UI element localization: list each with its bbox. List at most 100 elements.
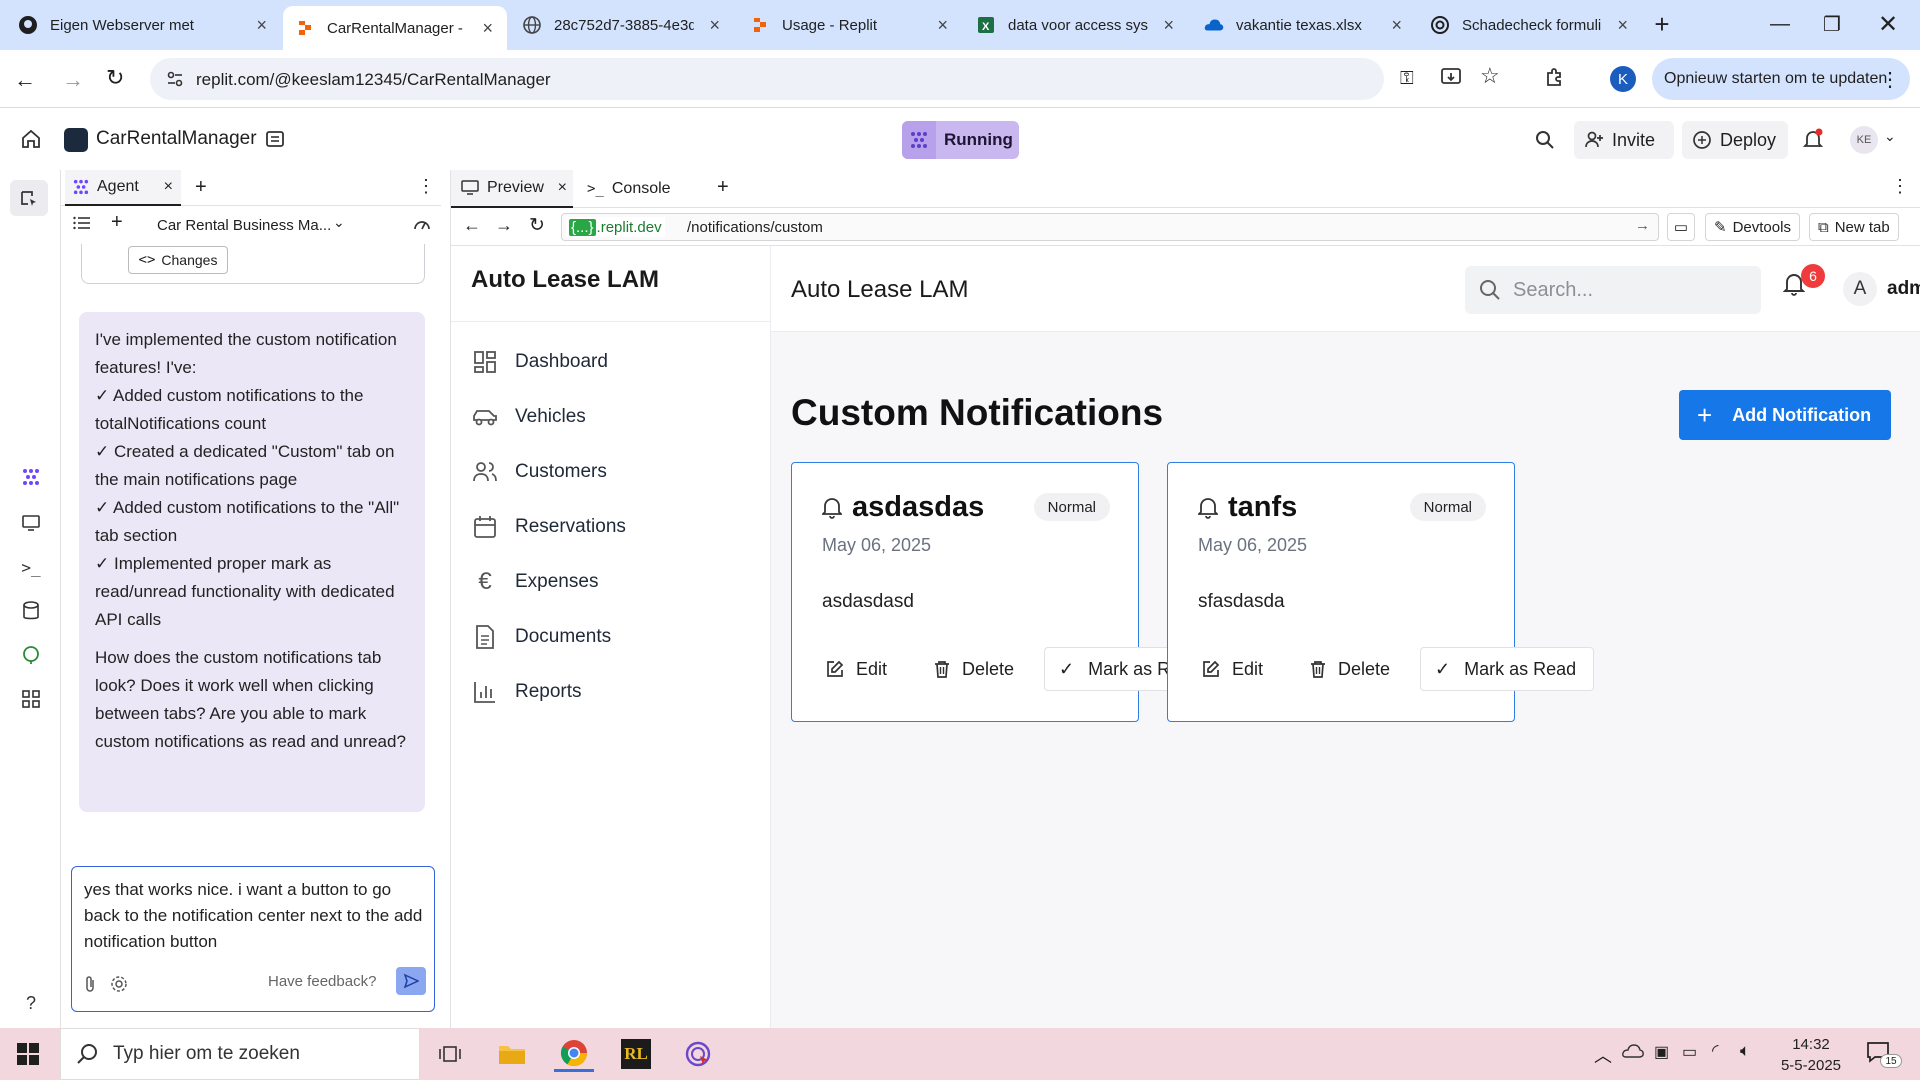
close-tab-icon[interactable]: ×: [709, 15, 720, 36]
onedrive-tray-icon[interactable]: [1622, 1044, 1644, 1058]
wifi-icon[interactable]: ◜: [1712, 1041, 1719, 1061]
tab-preview[interactable]: Preview ×: [451, 170, 573, 208]
tab-console[interactable]: >_ Console: [577, 170, 699, 208]
back-icon[interactable]: ←: [14, 67, 36, 93]
taskbar-clock[interactable]: 14:32 5-5-2025: [1774, 1034, 1848, 1076]
close-tab-icon[interactable]: ×: [1391, 15, 1402, 36]
speed-gauge-icon[interactable]: [413, 216, 431, 232]
action-center-icon[interactable]: 15: [1866, 1040, 1902, 1068]
changes-button[interactable]: <> Changes: [128, 246, 228, 274]
dev-domain[interactable]: {...} .replit.dev: [566, 217, 665, 237]
kebab-menu-icon[interactable]: ⋮: [417, 176, 435, 197]
browser-tab-active[interactable]: CarRentalManager - R ×: [283, 6, 507, 50]
tray-app-icon[interactable]: ▣: [1654, 1042, 1669, 1062]
file-explorer-icon[interactable]: [492, 1036, 532, 1072]
project-info-icon[interactable]: [264, 128, 286, 150]
tab-agent[interactable]: Agent ×: [65, 170, 181, 206]
browser-tab[interactable]: vakantie texas.xlsx ×: [1192, 6, 1416, 44]
delete-button[interactable]: Delete: [1296, 647, 1404, 691]
search-input[interactable]: Search...: [1465, 266, 1761, 314]
username[interactable]: admin: [1887, 278, 1920, 300]
minimize-button[interactable]: —: [1754, 0, 1806, 48]
nav-vehicles[interactable]: Vehicles: [471, 397, 586, 437]
history-list-icon[interactable]: [73, 215, 91, 231]
settings-icon[interactable]: [110, 975, 128, 993]
all-tools-icon[interactable]: [18, 686, 44, 712]
address-bar[interactable]: replit.com/@keeslam12345/CarRentalManage…: [150, 58, 1414, 100]
windows-start-icon[interactable]: [8, 1036, 48, 1072]
browser-tab[interactable]: Schadecheck formuli ×: [1418, 6, 1642, 44]
kebab-menu-icon[interactable]: ⋮: [1880, 67, 1900, 92]
new-chat-icon[interactable]: +: [111, 211, 123, 234]
new-tab-button[interactable]: +: [1636, 0, 1688, 48]
agent-icon[interactable]: [18, 464, 44, 490]
browser-tab[interactable]: X data voor access syst ×: [964, 6, 1188, 44]
app-cursor-icon[interactable]: [678, 1036, 718, 1072]
attach-icon[interactable]: [82, 975, 98, 993]
kebab-menu-icon[interactable]: ⋮: [1891, 176, 1909, 197]
new-tab-button[interactable]: ⧉ New tab: [1809, 213, 1899, 241]
profile-avatar[interactable]: K: [1610, 66, 1636, 92]
bookmark-star-icon[interactable]: ☆: [1480, 63, 1500, 89]
chat-composer[interactable]: yes that works nice. i want a button to …: [71, 866, 435, 1012]
back-icon[interactable]: ←: [463, 215, 481, 236]
close-tab-icon[interactable]: ×: [256, 15, 267, 36]
run-status-button[interactable]: Running: [902, 121, 1019, 159]
close-tab-icon[interactable]: ×: [1617, 15, 1628, 36]
add-notification-button[interactable]: + Add Notification: [1679, 390, 1891, 440]
preview-url-input[interactable]: {...} .replit.dev /notifications/custom →: [561, 213, 1659, 241]
close-tab-icon[interactable]: ×: [937, 15, 948, 36]
restart-update-button[interactable]: Opnieuw starten om te updaten ⋮: [1652, 58, 1910, 100]
mark-as-read-button[interactable]: ✓Mark as Read: [1044, 647, 1170, 691]
composer-input[interactable]: yes that works nice. i want a button to …: [84, 877, 424, 955]
help-icon[interactable]: ?: [18, 990, 44, 1016]
mark-as-read-button[interactable]: ✓Mark as Read: [1420, 647, 1594, 691]
notifications-bell-icon[interactable]: [1802, 128, 1824, 150]
edit-button[interactable]: Edit: [812, 647, 901, 691]
user-avatar[interactable]: KE: [1850, 126, 1878, 154]
forward-icon[interactable]: →: [495, 215, 513, 236]
add-tab-icon[interactable]: +: [717, 176, 729, 199]
chevron-up-icon[interactable]: ︿: [1594, 1042, 1612, 1068]
nav-documents[interactable]: Documents: [471, 617, 611, 657]
chrome-icon[interactable]: [554, 1036, 594, 1072]
chevron-down-icon[interactable]: ⌄: [1884, 128, 1896, 145]
devtools-button[interactable]: ✎ Devtools: [1705, 213, 1800, 241]
avatar[interactable]: A: [1843, 272, 1877, 306]
database-icon[interactable]: [18, 598, 44, 624]
forward-icon[interactable]: →: [62, 67, 84, 93]
send-button[interactable]: [396, 967, 426, 995]
notifications-button[interactable]: 6: [1783, 264, 1825, 312]
nav-reports[interactable]: Reports: [471, 672, 582, 712]
nav-customers[interactable]: Customers: [471, 452, 607, 492]
close-tab-icon[interactable]: ×: [1163, 15, 1174, 36]
home-icon[interactable]: [20, 128, 42, 150]
thread-title[interactable]: Car Rental Business Ma...: [157, 217, 331, 234]
install-app-icon[interactable]: [1440, 66, 1462, 88]
edit-button[interactable]: Edit: [1188, 647, 1277, 691]
deployments-icon[interactable]: [18, 642, 44, 668]
nav-reservations[interactable]: Reservations: [471, 507, 626, 547]
close-tab-icon[interactable]: ×: [558, 179, 567, 197]
task-view-icon[interactable]: [430, 1036, 470, 1072]
browser-tab[interactable]: Usage - Replit ×: [738, 6, 962, 44]
reload-icon[interactable]: ↻: [106, 65, 124, 91]
deploy-button[interactable]: Deploy: [1682, 121, 1788, 159]
device-preview-icon[interactable]: ▭: [1667, 213, 1695, 241]
close-tab-icon[interactable]: ×: [164, 178, 173, 196]
browser-tab[interactable]: Eigen Webserver met ×: [6, 6, 281, 44]
close-tab-icon[interactable]: ×: [482, 18, 493, 39]
project-name[interactable]: CarRentalManager: [96, 128, 257, 150]
delete-button[interactable]: Delete: [920, 647, 1028, 691]
go-arrow-icon[interactable]: →: [1635, 217, 1650, 234]
feedback-link[interactable]: Have feedback?: [268, 973, 376, 990]
search-icon[interactable]: [1535, 130, 1555, 150]
app-brand[interactable]: Auto Lease LAM: [471, 266, 659, 294]
console-icon[interactable]: >_: [18, 554, 44, 580]
password-key-icon[interactable]: ⚿: [1400, 68, 1414, 89]
invite-button[interactable]: Invite: [1574, 121, 1674, 159]
battery-icon[interactable]: ▭: [1682, 1042, 1697, 1062]
app-rl-icon[interactable]: RL: [616, 1036, 656, 1072]
taskbar-search[interactable]: Typ hier om te zoeken: [60, 1028, 420, 1080]
volume-icon[interactable]: 🔈︎: [1740, 1041, 1750, 1061]
